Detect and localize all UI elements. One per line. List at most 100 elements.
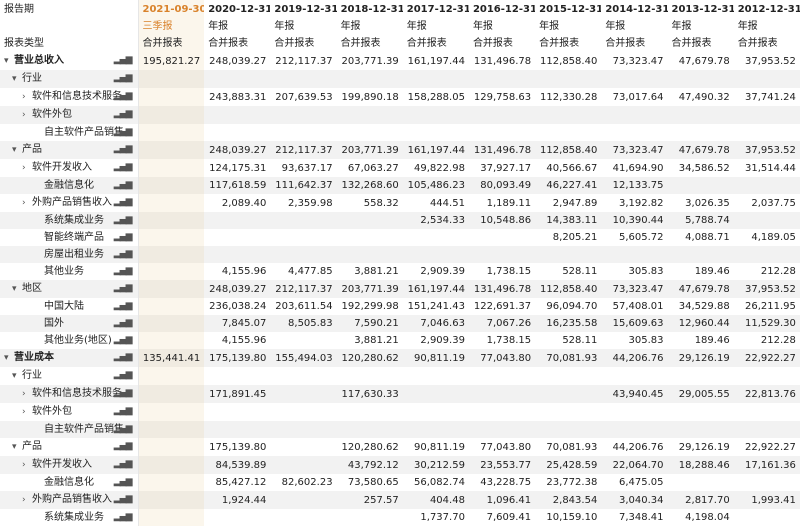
value-cell: 305.83 [628, 266, 664, 277]
date-header[interactable]: 2018-12-31 [337, 0, 403, 18]
value-cell: 70,081.93 [535, 349, 602, 367]
value-cell: 161,197.44 [402, 141, 469, 159]
bar-chart-icon[interactable]: ▂▄▆ [114, 246, 133, 263]
value-cell: 31,514.44 [744, 162, 796, 174]
chevron-right-icon[interactable]: › [22, 492, 32, 509]
value-cell [270, 438, 336, 456]
bar-chart-icon[interactable]: ▂▄▆ [114, 177, 133, 194]
bar-chart-icon[interactable]: ▂▄▆ [114, 349, 133, 366]
date-header[interactable]: 2017-12-31 [403, 0, 469, 18]
bar-chart-icon[interactable]: ▂▄▆ [114, 212, 133, 229]
chevron-down-icon[interactable]: ▾ [12, 368, 22, 385]
bar-chart-icon[interactable]: ▂▄▆ [114, 88, 133, 105]
date-header[interactable]: 2012-12-31 [734, 0, 800, 18]
value-cell: 257.57 [336, 491, 403, 509]
value-cell: 132,268.60 [336, 177, 403, 194]
bar-chart-icon[interactable]: ▂▄▆ [114, 403, 133, 420]
value-cell: 7,046.63 [402, 315, 469, 332]
bar-chart-icon[interactable]: ▂▄▆ [114, 332, 133, 349]
value-cell: 2,947.89 [552, 197, 598, 209]
bar-chart-icon[interactable]: ▂▄▆ [114, 229, 133, 246]
row-label-cell: ▾ 产品 ▂▄▆ [0, 141, 139, 159]
bar-chart-icon[interactable]: ▂▄▆ [114, 280, 133, 297]
chevron-down-icon[interactable]: ▾ [12, 281, 22, 298]
chevron-down-icon[interactable]: ▾ [12, 142, 22, 159]
row-label-cell: › 软件和信息技术服务 ▂▄▆ [0, 88, 139, 106]
bar-chart-icon[interactable]: ▂▄▆ [114, 509, 133, 526]
value-cell: 528.11 [562, 335, 598, 346]
period-row-label [0, 18, 139, 35]
chevron-right-icon[interactable]: › [22, 160, 32, 177]
value-cell: 77,043.80 [468, 349, 536, 367]
row-label-text: 金融信息化 [44, 180, 94, 191]
bar-chart-icon[interactable]: ▂▄▆ [114, 124, 133, 141]
chevron-down-icon[interactable]: ▾ [12, 71, 22, 88]
value-cell: 5,605.72 [618, 232, 664, 243]
bar-chart-icon[interactable]: ▂▄▆ [114, 474, 133, 491]
chevron-down-icon[interactable]: ▾ [4, 53, 14, 70]
value-cell [204, 106, 271, 124]
date-header[interactable]: 2014-12-31 [601, 0, 667, 18]
value-cell: 46,227.41 [535, 177, 602, 194]
value-cell: 82,602.23 [281, 477, 333, 488]
chevron-right-icon[interactable]: › [22, 107, 32, 124]
date-header[interactable]: 2013-12-31 [668, 0, 734, 18]
value-cell: 151,241.43 [407, 301, 465, 312]
report-type: 合并报表 [472, 38, 513, 49]
bar-chart-icon[interactable]: ▂▄▆ [114, 159, 133, 176]
bar-chart-icon[interactable]: ▂▄▆ [114, 315, 133, 332]
chevron-down-icon[interactable]: ▾ [4, 350, 14, 367]
date-header[interactable]: 2020-12-31 [204, 0, 270, 18]
date-header[interactable]: 2015-12-31 [535, 0, 601, 18]
row-label-cell: › 外购产品销售收入 ▂▄▆ [0, 491, 139, 509]
value-cell [734, 124, 800, 141]
bar-chart-icon[interactable]: ▂▄▆ [114, 106, 133, 123]
value-cell [601, 70, 668, 88]
value-cell: 2,089.40 [221, 197, 267, 209]
chevron-right-icon[interactable]: › [22, 89, 32, 106]
value-cell: 1,924.44 [204, 491, 271, 509]
value-cell [469, 403, 535, 421]
row-label: › 软件开发收入 ▂▄▆ [4, 456, 134, 474]
row-label-cell: 系统集成业务 ▂▄▆ [0, 212, 139, 229]
value-cell [733, 421, 800, 438]
value-cell [336, 70, 403, 88]
chevron-right-icon[interactable]: › [22, 404, 32, 421]
value-cell [601, 421, 668, 438]
row-label-text: 产品 [22, 144, 42, 155]
value-cell: 22,813.76 [733, 385, 800, 403]
date-header[interactable]: 2019-12-31 [270, 0, 336, 18]
bar-chart-icon[interactable]: ▂▄▆ [114, 194, 133, 211]
bar-chart-icon[interactable]: ▂▄▆ [114, 491, 133, 508]
bar-chart-icon[interactable]: ▂▄▆ [114, 438, 133, 455]
row-label: 系统集成业务 ▂▄▆ [4, 212, 134, 229]
chevron-right-icon[interactable]: › [22, 195, 32, 212]
bar-chart-icon[interactable]: ▂▄▆ [114, 367, 133, 384]
bar-chart-icon[interactable]: ▂▄▆ [114, 52, 133, 69]
value-cell [601, 403, 667, 421]
value-cell [270, 212, 337, 229]
row-label: › 软件和信息技术服务 ▂▄▆ [4, 385, 134, 403]
bar-chart-icon[interactable]: ▂▄▆ [114, 141, 133, 158]
value-cell [138, 509, 205, 526]
period-type: 年报 [472, 21, 493, 32]
value-cell: 85,427.12 [215, 477, 267, 488]
row-label-text: 房屋出租业务 [44, 249, 104, 260]
row-label-text: 其他业务 [44, 266, 84, 277]
row-label: ▾ 营业总收入 ▂▄▆ [4, 52, 134, 70]
bar-chart-icon[interactable]: ▂▄▆ [114, 421, 133, 438]
table-row: › 软件外包 ▂▄▆ [0, 106, 800, 124]
bar-chart-icon[interactable]: ▂▄▆ [114, 385, 133, 402]
chevron-down-icon[interactable]: ▾ [12, 439, 22, 456]
value-cell [204, 403, 270, 421]
chevron-right-icon[interactable]: › [22, 386, 32, 403]
bar-chart-icon[interactable]: ▂▄▆ [114, 456, 133, 473]
chevron-right-icon[interactable]: › [22, 457, 32, 474]
bar-chart-icon[interactable]: ▂▄▆ [114, 298, 133, 315]
bar-chart-icon[interactable]: ▂▄▆ [114, 70, 133, 87]
bar-chart-icon[interactable]: ▂▄▆ [114, 263, 133, 280]
value-cell: 57,408.01 [612, 301, 664, 312]
date-header[interactable]: 2021-09-30 [138, 0, 205, 18]
value-cell: 122,691.37 [473, 301, 532, 312]
date-header[interactable]: 2016-12-31 [469, 0, 535, 18]
